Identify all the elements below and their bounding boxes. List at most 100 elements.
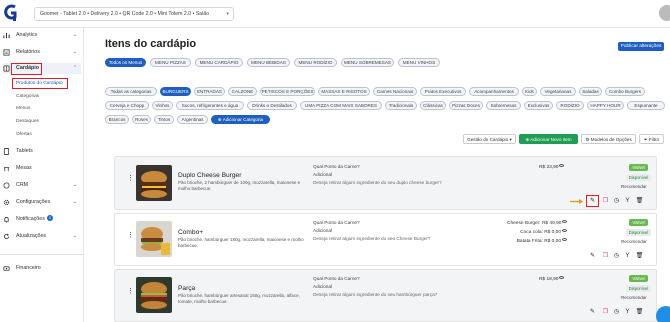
- cocktail-icon[interactable]: Y: [623, 197, 632, 206]
- sidebar-item-relatorios[interactable]: Relatórios ⌄: [3, 47, 81, 58]
- recommend-toggle[interactable]: Recomendar: [621, 295, 647, 300]
- category-pill[interactable]: PETISCOS E PORÇÕES: [260, 87, 315, 96]
- category-pill[interactable]: ENTRADAS: [194, 87, 225, 96]
- category-pill[interactable]: Clássicas: [420, 101, 446, 110]
- category-pill[interactable]: Tintos: [154, 115, 174, 124]
- category-pill[interactable]: Vinhos: [152, 101, 173, 110]
- option-templates-button[interactable]: ⚙ Modelos de Opções: [581, 134, 636, 144]
- sidebar-item-crm[interactable]: CRM ⌄: [3, 180, 81, 191]
- sidebar-item-analytics[interactable]: Analytics ⌄: [3, 30, 81, 41]
- category-pill[interactable]: RODÍZIO: [556, 101, 584, 110]
- edit-pencil-icon[interactable]: ✎: [588, 308, 597, 317]
- sidebar-item-atualizacoes[interactable]: Atualizações ⌄: [3, 231, 81, 242]
- cocktail-icon[interactable]: Y: [623, 252, 632, 261]
- menu-tab-bebidas[interactable]: MENU BEBIDAS: [247, 58, 290, 67]
- available-tag[interactable]: Disponível: [626, 229, 651, 236]
- category-pill[interactable]: Vegetarianas: [540, 87, 576, 96]
- edit-pencil-icon[interactable]: ✎: [588, 252, 597, 261]
- trash-icon[interactable]: 🗑: [635, 197, 644, 206]
- category-pill[interactable]: Sucos, refrigerantes e água: [176, 101, 244, 110]
- manage-menu-dropdown[interactable]: Gestão do Cardápio ▾: [463, 134, 516, 144]
- price-label: Coca cola:: [520, 230, 543, 235]
- trash-icon[interactable]: 🗑: [635, 308, 644, 317]
- menu-tab-rodizio[interactable]: MENU RODÍZIO: [294, 58, 337, 67]
- menu-tab-vinhos[interactable]: MENU VINHOS: [398, 58, 440, 67]
- category-pill[interactable]: Brancos: [105, 115, 129, 124]
- category-pill[interactable]: HAPPY HOUR: [587, 101, 624, 110]
- sidebar-item-mesas[interactable]: Mesas: [3, 163, 81, 174]
- cocktail-icon[interactable]: Y: [623, 308, 632, 317]
- category-pill[interactable]: Cerveja e Chopp: [105, 101, 149, 110]
- publish-changes-button[interactable]: Publicar alterações: [618, 42, 664, 51]
- eye-icon[interactable]: [559, 276, 565, 279]
- eye-icon[interactable]: [562, 220, 568, 223]
- menu-tab-pizzas[interactable]: MENU PIZZAS: [150, 58, 191, 67]
- duplicate-icon[interactable]: ❐: [601, 252, 610, 261]
- eye-icon[interactable]: [562, 238, 567, 241]
- category-pill[interactable]: UMA PIZZA COM MAIS SABORES: [300, 101, 382, 110]
- category-pill[interactable]: Pizzas Doces: [449, 101, 483, 110]
- sidebar-item-financeiro[interactable]: Financeiro: [3, 263, 81, 274]
- menu-tab-sobremesas[interactable]: MENU SOBREMESAS: [341, 58, 394, 67]
- sidebar-subitem-menus[interactable]: Menus: [16, 104, 30, 113]
- category-pill[interactable]: Drinks e Destilados: [247, 101, 297, 110]
- category-pill[interactable]: Pratos Executivos: [420, 87, 466, 96]
- chat-bubble-button[interactable]: [656, 306, 670, 322]
- filter-button[interactable]: ⏷ Filtro: [639, 134, 664, 144]
- recommend-toggle[interactable]: Recomendar: [621, 184, 647, 189]
- category-pill[interactable]: MASSAS E RISOTOS: [318, 87, 370, 96]
- avatar[interactable]: [659, 5, 670, 21]
- store-select[interactable]: Goomer - Tablet 2.0 • Delivery 2.0 • QR …: [34, 7, 234, 21]
- sidebar-subitem-ofertas[interactable]: Ofertas: [16, 130, 32, 139]
- product-description: Pão brioche, hambúrguer artesanal 150g, …: [178, 293, 300, 304]
- available-tag[interactable]: Disponível: [626, 285, 651, 292]
- category-pill[interactable]: Roses: [132, 115, 151, 124]
- visible-tag[interactable]: Visível: [629, 164, 648, 171]
- edit-pencil-icon[interactable]: ✎: [588, 197, 597, 206]
- history-icon[interactable]: ◷: [612, 252, 621, 261]
- sidebar-item-configuracoes[interactable]: Configurações ⌄: [3, 197, 81, 208]
- drag-handle-icon[interactable]: ⋮: [127, 232, 134, 239]
- category-pill[interactable]: Argentinas: [177, 115, 208, 124]
- sidebar-item-tablets[interactable]: Tablets: [3, 146, 81, 157]
- eye-icon[interactable]: [562, 229, 567, 232]
- sidebar-item-label: CRM: [16, 182, 29, 188]
- menu-tab-todos[interactable]: Todos os Menus: [105, 58, 146, 67]
- eye-icon[interactable]: [559, 164, 565, 167]
- visible-tag[interactable]: Visível: [629, 219, 648, 226]
- history-icon[interactable]: ◷: [612, 308, 621, 317]
- product-card[interactable]: ⋮ Parça Pão brioche, hambúrguer artesana…: [114, 269, 657, 322]
- drag-handle-icon[interactable]: ⋮: [127, 175, 134, 182]
- sidebar-subitem-destaques[interactable]: Destaques: [16, 117, 39, 126]
- recommend-toggle[interactable]: Recomendar: [621, 239, 647, 244]
- available-tag[interactable]: Disponível: [626, 174, 651, 181]
- category-pill[interactable]: Todas as categorias: [105, 87, 157, 96]
- duplicate-icon[interactable]: ❐: [601, 308, 610, 317]
- category-pill[interactable]: Sobremesas: [486, 101, 521, 110]
- goomer-logo[interactable]: [3, 4, 19, 22]
- sidebar-subitem-categorias[interactable]: Categorias: [16, 92, 39, 101]
- sidebar-item-notificacoes[interactable]: Notificações 3: [3, 214, 81, 225]
- drag-handle-icon[interactable]: ⋮: [127, 288, 134, 295]
- category-pill[interactable]: Kids: [522, 87, 537, 96]
- add-category-button[interactable]: ⊕ Adicionar Categoria: [211, 115, 270, 124]
- price-value: R$ 23,90: [539, 165, 559, 170]
- product-card[interactable]: ⋮ Duplo Cheese Burger Pão brioche, 2 ham…: [114, 156, 657, 210]
- category-pill[interactable]: Espumante: [627, 101, 665, 110]
- highlight-box-cardapio: [11, 63, 42, 75]
- duplicate-icon[interactable]: ❐: [601, 197, 610, 206]
- category-pill-active[interactable]: BURGUERS: [160, 87, 191, 96]
- trash-icon[interactable]: 🗑: [635, 252, 644, 261]
- category-pill[interactable]: Acompanhamentos: [469, 87, 519, 96]
- category-pill[interactable]: Combo Burgers: [605, 87, 645, 96]
- category-pill[interactable]: Tradicionais: [385, 101, 417, 110]
- category-pill[interactable]: Exclusivas: [524, 101, 553, 110]
- product-card[interactable]: ⋮ Combo+ Pão brioche, hambúrguer 180g, m…: [114, 213, 657, 266]
- category-pill[interactable]: Carnes Nacionais: [373, 87, 417, 96]
- visible-tag[interactable]: Visível: [629, 275, 648, 282]
- category-pill[interactable]: CALZONE: [228, 87, 257, 96]
- add-new-item-button[interactable]: ⊕ Adicionar Novo Item: [519, 134, 578, 144]
- menu-tab-cardapio[interactable]: MENU CARDÁPIO: [195, 58, 243, 67]
- category-pill[interactable]: Saladas: [579, 87, 602, 96]
- history-icon[interactable]: ◷: [612, 197, 621, 206]
